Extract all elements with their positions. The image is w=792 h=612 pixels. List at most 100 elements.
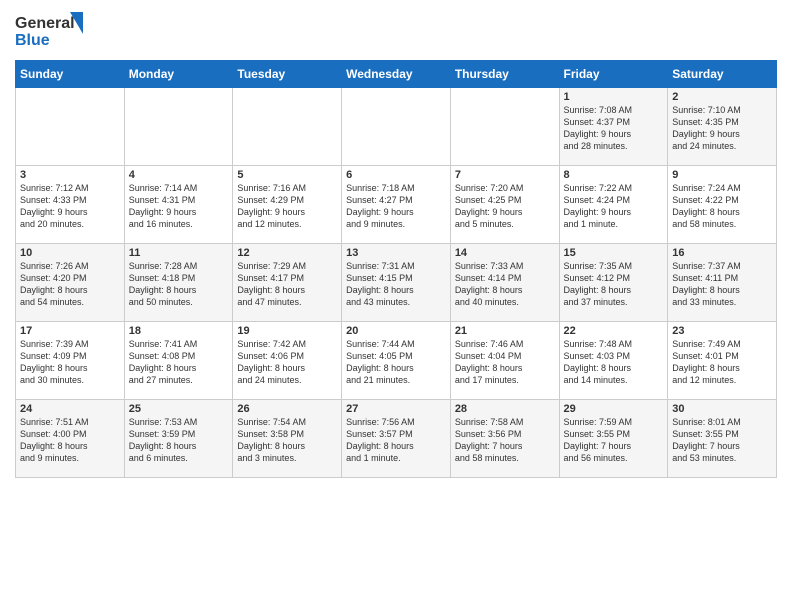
day-number: 22: [564, 325, 664, 337]
day-info: Sunrise: 7:48 AM Sunset: 4:03 PM Dayligh…: [564, 338, 664, 387]
day-cell: 10Sunrise: 7:26 AM Sunset: 4:20 PM Dayli…: [16, 244, 125, 322]
col-header-monday: Monday: [124, 61, 233, 88]
day-info: Sunrise: 7:20 AM Sunset: 4:25 PM Dayligh…: [455, 182, 555, 231]
day-number: 21: [455, 325, 555, 337]
day-info: Sunrise: 7:29 AM Sunset: 4:17 PM Dayligh…: [237, 260, 337, 309]
day-number: 24: [20, 403, 120, 415]
day-number: 6: [346, 169, 446, 181]
week-row-1: 1Sunrise: 7:08 AM Sunset: 4:37 PM Daylig…: [16, 88, 777, 166]
week-row-2: 3Sunrise: 7:12 AM Sunset: 4:33 PM Daylig…: [16, 166, 777, 244]
day-cell: 6Sunrise: 7:18 AM Sunset: 4:27 PM Daylig…: [342, 166, 451, 244]
svg-text:Blue: Blue: [15, 32, 50, 49]
logo-svg: GeneralBlue: [15, 10, 87, 52]
day-info: Sunrise: 8:01 AM Sunset: 3:55 PM Dayligh…: [672, 416, 772, 465]
day-number: 10: [20, 247, 120, 259]
day-cell: 15Sunrise: 7:35 AM Sunset: 4:12 PM Dayli…: [559, 244, 668, 322]
day-cell: 13Sunrise: 7:31 AM Sunset: 4:15 PM Dayli…: [342, 244, 451, 322]
svg-text:General: General: [15, 15, 75, 32]
day-info: Sunrise: 7:16 AM Sunset: 4:29 PM Dayligh…: [237, 182, 337, 231]
day-cell: 28Sunrise: 7:58 AM Sunset: 3:56 PM Dayli…: [450, 400, 559, 478]
day-number: 26: [237, 403, 337, 415]
day-number: 16: [672, 247, 772, 259]
day-cell: 8Sunrise: 7:22 AM Sunset: 4:24 PM Daylig…: [559, 166, 668, 244]
day-info: Sunrise: 7:41 AM Sunset: 4:08 PM Dayligh…: [129, 338, 229, 387]
day-info: Sunrise: 7:10 AM Sunset: 4:35 PM Dayligh…: [672, 104, 772, 153]
day-info: Sunrise: 7:54 AM Sunset: 3:58 PM Dayligh…: [237, 416, 337, 465]
col-header-wednesday: Wednesday: [342, 61, 451, 88]
day-cell: 27Sunrise: 7:56 AM Sunset: 3:57 PM Dayli…: [342, 400, 451, 478]
page-container: GeneralBlue SundayMondayTuesdayWednesday…: [0, 0, 792, 483]
day-number: 9: [672, 169, 772, 181]
day-cell: 3Sunrise: 7:12 AM Sunset: 4:33 PM Daylig…: [16, 166, 125, 244]
day-info: Sunrise: 7:08 AM Sunset: 4:37 PM Dayligh…: [564, 104, 664, 153]
day-cell: [16, 88, 125, 166]
day-number: 25: [129, 403, 229, 415]
day-number: 29: [564, 403, 664, 415]
day-info: Sunrise: 7:53 AM Sunset: 3:59 PM Dayligh…: [129, 416, 229, 465]
day-cell: 14Sunrise: 7:33 AM Sunset: 4:14 PM Dayli…: [450, 244, 559, 322]
day-info: Sunrise: 7:44 AM Sunset: 4:05 PM Dayligh…: [346, 338, 446, 387]
day-number: 7: [455, 169, 555, 181]
header: GeneralBlue: [15, 10, 777, 52]
day-number: 15: [564, 247, 664, 259]
day-cell: 4Sunrise: 7:14 AM Sunset: 4:31 PM Daylig…: [124, 166, 233, 244]
day-info: Sunrise: 7:51 AM Sunset: 4:00 PM Dayligh…: [20, 416, 120, 465]
day-cell: [124, 88, 233, 166]
day-number: 8: [564, 169, 664, 181]
day-cell: 21Sunrise: 7:46 AM Sunset: 4:04 PM Dayli…: [450, 322, 559, 400]
day-cell: 9Sunrise: 7:24 AM Sunset: 4:22 PM Daylig…: [668, 166, 777, 244]
day-number: 2: [672, 91, 772, 103]
day-info: Sunrise: 7:31 AM Sunset: 4:15 PM Dayligh…: [346, 260, 446, 309]
col-header-tuesday: Tuesday: [233, 61, 342, 88]
day-cell: 20Sunrise: 7:44 AM Sunset: 4:05 PM Dayli…: [342, 322, 451, 400]
day-number: 4: [129, 169, 229, 181]
col-header-sunday: Sunday: [16, 61, 125, 88]
day-info: Sunrise: 7:37 AM Sunset: 4:11 PM Dayligh…: [672, 260, 772, 309]
day-info: Sunrise: 7:22 AM Sunset: 4:24 PM Dayligh…: [564, 182, 664, 231]
day-number: 3: [20, 169, 120, 181]
day-cell: 7Sunrise: 7:20 AM Sunset: 4:25 PM Daylig…: [450, 166, 559, 244]
day-info: Sunrise: 7:14 AM Sunset: 4:31 PM Dayligh…: [129, 182, 229, 231]
calendar-table: SundayMondayTuesdayWednesdayThursdayFrid…: [15, 60, 777, 478]
day-number: 30: [672, 403, 772, 415]
day-number: 18: [129, 325, 229, 337]
day-cell: 16Sunrise: 7:37 AM Sunset: 4:11 PM Dayli…: [668, 244, 777, 322]
day-info: Sunrise: 7:59 AM Sunset: 3:55 PM Dayligh…: [564, 416, 664, 465]
day-cell: 24Sunrise: 7:51 AM Sunset: 4:00 PM Dayli…: [16, 400, 125, 478]
day-cell: 25Sunrise: 7:53 AM Sunset: 3:59 PM Dayli…: [124, 400, 233, 478]
day-info: Sunrise: 7:46 AM Sunset: 4:04 PM Dayligh…: [455, 338, 555, 387]
day-cell: 19Sunrise: 7:42 AM Sunset: 4:06 PM Dayli…: [233, 322, 342, 400]
col-header-saturday: Saturday: [668, 61, 777, 88]
day-number: 5: [237, 169, 337, 181]
day-number: 20: [346, 325, 446, 337]
day-cell: 26Sunrise: 7:54 AM Sunset: 3:58 PM Dayli…: [233, 400, 342, 478]
day-cell: 23Sunrise: 7:49 AM Sunset: 4:01 PM Dayli…: [668, 322, 777, 400]
day-number: 12: [237, 247, 337, 259]
day-number: 17: [20, 325, 120, 337]
day-cell: 30Sunrise: 8:01 AM Sunset: 3:55 PM Dayli…: [668, 400, 777, 478]
day-cell: 18Sunrise: 7:41 AM Sunset: 4:08 PM Dayli…: [124, 322, 233, 400]
col-header-thursday: Thursday: [450, 61, 559, 88]
day-cell: 1Sunrise: 7:08 AM Sunset: 4:37 PM Daylig…: [559, 88, 668, 166]
week-row-4: 17Sunrise: 7:39 AM Sunset: 4:09 PM Dayli…: [16, 322, 777, 400]
calendar-header-row: SundayMondayTuesdayWednesdayThursdayFrid…: [16, 61, 777, 88]
day-number: 13: [346, 247, 446, 259]
day-info: Sunrise: 7:56 AM Sunset: 3:57 PM Dayligh…: [346, 416, 446, 465]
day-cell: 11Sunrise: 7:28 AM Sunset: 4:18 PM Dayli…: [124, 244, 233, 322]
week-row-5: 24Sunrise: 7:51 AM Sunset: 4:00 PM Dayli…: [16, 400, 777, 478]
day-number: 14: [455, 247, 555, 259]
day-info: Sunrise: 7:12 AM Sunset: 4:33 PM Dayligh…: [20, 182, 120, 231]
day-info: Sunrise: 7:24 AM Sunset: 4:22 PM Dayligh…: [672, 182, 772, 231]
day-info: Sunrise: 7:35 AM Sunset: 4:12 PM Dayligh…: [564, 260, 664, 309]
day-info: Sunrise: 7:33 AM Sunset: 4:14 PM Dayligh…: [455, 260, 555, 309]
day-number: 19: [237, 325, 337, 337]
day-cell: 17Sunrise: 7:39 AM Sunset: 4:09 PM Dayli…: [16, 322, 125, 400]
day-cell: 2Sunrise: 7:10 AM Sunset: 4:35 PM Daylig…: [668, 88, 777, 166]
day-info: Sunrise: 7:39 AM Sunset: 4:09 PM Dayligh…: [20, 338, 120, 387]
day-cell: [342, 88, 451, 166]
col-header-friday: Friday: [559, 61, 668, 88]
day-number: 11: [129, 247, 229, 259]
day-number: 28: [455, 403, 555, 415]
day-info: Sunrise: 7:49 AM Sunset: 4:01 PM Dayligh…: [672, 338, 772, 387]
day-info: Sunrise: 7:26 AM Sunset: 4:20 PM Dayligh…: [20, 260, 120, 309]
